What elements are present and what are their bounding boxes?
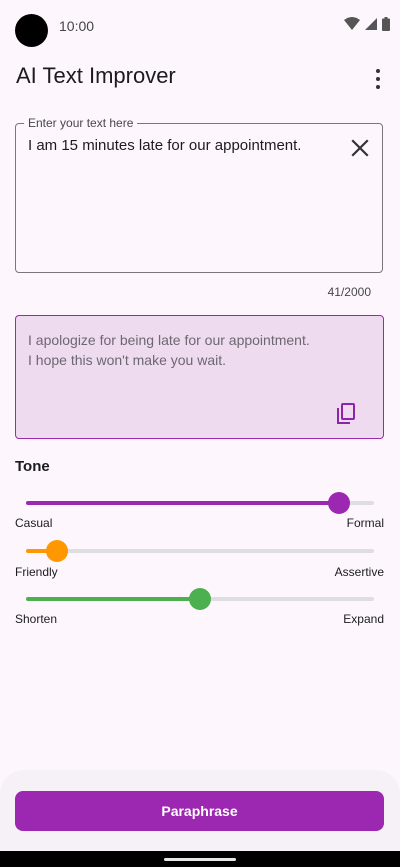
slider-label-expand: Expand [343,612,384,626]
slider-thumb[interactable] [328,492,351,514]
slider-fill [26,501,340,505]
slider-label-friendly: Friendly [15,565,58,579]
home-handle[interactable] [164,858,236,861]
length-slider[interactable] [26,588,374,610]
char-counter: 41/2000 [327,285,371,299]
output-text: I apologize for being late for our appoi… [28,330,358,370]
camera-cutout [15,14,48,47]
slider-thumb[interactable] [46,540,69,562]
page-title: AI Text Improver [16,63,176,88]
output-line: I hope this won't make you wait. [28,352,226,368]
signal-icon [365,18,377,30]
slider-thumb[interactable] [189,588,211,610]
assertiveness-slider[interactable] [26,540,374,562]
output-line: I apologize for being late for our appoi… [28,332,310,348]
battery-icon [382,17,390,31]
slider-label-formal: Formal [346,516,384,530]
slider-label-casual: Casual [15,516,53,530]
copy-icon[interactable] [334,402,358,426]
status-icons [344,17,390,31]
input-label: Enter your text here [24,116,138,130]
close-icon[interactable] [348,136,372,160]
tone-heading: Tone [15,458,50,475]
status-time: 10:00 [59,18,95,34]
slider-fill [26,597,200,601]
more-vert-icon[interactable] [370,68,386,90]
slider-label-shorten: Shorten [15,612,58,626]
status-bar: 10:00 [0,0,400,50]
wifi-icon [344,17,360,30]
formality-slider[interactable] [26,492,374,514]
input-value[interactable]: I am 15 minutes late for our appointment… [28,137,338,154]
paraphrase-button[interactable]: Paraphrase [15,791,384,831]
slider-label-assertive: Assertive [334,565,384,579]
